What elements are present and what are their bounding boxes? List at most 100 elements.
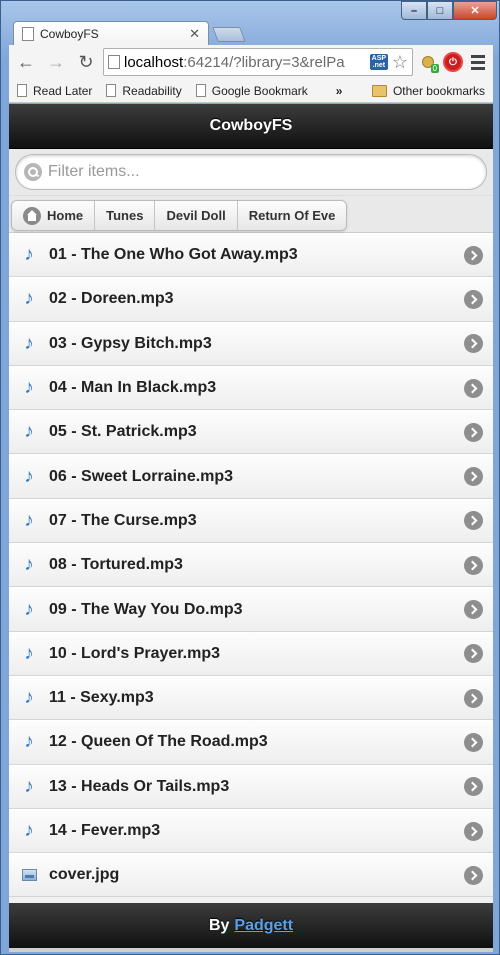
stop-extension-icon[interactable]: ⏻: [443, 52, 463, 72]
music-note-icon: ♪: [24, 775, 34, 797]
address-bar[interactable]: localhost:64214/?library=3&relPa ASP .net…: [103, 48, 413, 76]
chevron-right-icon[interactable]: [464, 289, 483, 309]
list-item-label: 01 - The One Who Got Away.mp3: [49, 246, 298, 264]
list-item[interactable]: ♪ 03 - Gypsy Bitch.mp3: [9, 321, 493, 366]
music-note-icon: ♪: [24, 421, 34, 443]
list-item-label: 04 - Man In Black.mp3: [49, 379, 217, 397]
chevron-right-icon[interactable]: [464, 511, 483, 531]
minimize-button[interactable]: –: [401, 1, 427, 20]
music-note-icon: ♪: [24, 465, 34, 487]
back-icon[interactable]: ←: [13, 49, 39, 75]
list-item[interactable]: ♪ 10 - Lord's Prayer.mp3: [9, 631, 493, 676]
folder-icon: [371, 84, 387, 97]
chevron-right-icon[interactable]: [464, 378, 483, 398]
chevron-right-icon[interactable]: [464, 467, 483, 487]
search-bar: [9, 149, 493, 196]
list-item-label: 14 - Fever.mp3: [49, 822, 161, 839]
list-item[interactable]: ♪ 05 - St. Patrick.mp3: [9, 410, 493, 455]
chevron-right-icon[interactable]: [464, 422, 483, 442]
close-window-button[interactable]: ✕: [453, 1, 497, 20]
music-note-icon: ♪: [24, 731, 34, 753]
breadcrumb-return-of-eve[interactable]: Return Of Eve: [238, 201, 347, 230]
breadcrumb-home[interactable]: Home: [12, 201, 96, 230]
bookmark-read-later[interactable]: Read Later: [17, 84, 92, 98]
list-item-label: 05 - St. Patrick.mp3: [49, 423, 197, 441]
chevron-right-icon[interactable]: [464, 334, 483, 354]
list-item-label: 08 - Tortured.mp3: [49, 556, 183, 574]
forward-icon[interactable]: →: [43, 49, 69, 75]
breadcrumb-tunes[interactable]: Tunes: [95, 201, 156, 230]
list-item-label: 12 - Queen Of The Road.mp3: [49, 733, 268, 751]
list-item[interactable]: ♪ 13 - Heads Or Tails.mp3: [9, 764, 493, 809]
list-item[interactable]: ♪ 02 - Doreen.mp3: [9, 277, 493, 322]
chevron-right-icon[interactable]: [464, 821, 483, 841]
close-tab-icon[interactable]: ✕: [189, 26, 200, 42]
music-note-icon: ♪: [24, 554, 34, 576]
chevron-right-icon[interactable]: [464, 865, 483, 885]
tab-title: CowboyFS: [40, 26, 99, 41]
list-item[interactable]: ♪ 11 - Sexy.mp3: [9, 675, 493, 721]
page-viewport: CowboyFS Home Tunes Devil Doll Return Of…: [9, 104, 493, 948]
chevron-right-icon[interactable]: [464, 644, 483, 664]
reload-icon[interactable]: ↻: [73, 49, 99, 75]
filter-input[interactable]: [48, 163, 486, 181]
list-item[interactable]: ♪ 07 - The Curse.mp3: [9, 498, 493, 544]
chevron-right-icon[interactable]: [464, 600, 483, 620]
browser-tab[interactable]: CowboyFS ✕: [13, 21, 209, 45]
search-icon: [24, 163, 42, 181]
list-item[interactable]: ♪ 09 - The Way You Do.mp3: [9, 587, 493, 632]
page-icon: [106, 84, 117, 97]
bookmarks-overflow-icon[interactable]: »: [336, 84, 343, 98]
page-icon: [17, 84, 27, 97]
list-item[interactable]: ♪ 06 - Sweet Lorraine.mp3: [9, 454, 493, 499]
aspnet-icon[interactable]: ASP .net: [369, 54, 388, 70]
music-note-icon: ♪: [24, 642, 34, 664]
music-note-icon: ♪: [24, 687, 34, 709]
list-item[interactable]: ♪ 14 - Fever.mp3: [9, 808, 493, 854]
url-text[interactable]: localhost:64214/?library=3&relPa: [124, 54, 366, 71]
list-item[interactable]: ♪ 04 - Man In Black.mp3: [9, 365, 493, 411]
browser-window: CowboyFS ✕ – □ ✕ ← → ↻ localhost:64214/?…: [0, 0, 500, 955]
bookmarks-bar: Read Later Readability Google Bookmark »…: [9, 79, 493, 103]
list-item-label: 07 - The Curse.mp3: [49, 511, 197, 529]
music-note-icon: ♪: [24, 244, 34, 266]
list-item[interactable]: ♪ 12 - Queen Of The Road.mp3: [9, 720, 493, 765]
chevron-right-icon[interactable]: [464, 688, 483, 708]
list-item-label: 09 - The Way You Do.mp3: [49, 600, 243, 618]
medal-extension-icon[interactable]: 0: [417, 51, 439, 73]
page-icon: [22, 26, 34, 41]
list-item[interactable]: ♪ 01 - The One Who Got Away.mp3: [9, 233, 493, 278]
list-item[interactable]: cover.jpg: [9, 853, 493, 898]
breadcrumb-devil-doll[interactable]: Devil Doll: [155, 201, 238, 230]
chevron-right-icon[interactable]: [464, 732, 483, 752]
chevron-right-icon[interactable]: [464, 777, 483, 797]
browser-toolbar: ← → ↻ localhost:64214/?library=3&relPa A…: [9, 45, 493, 79]
app-footer: By Padgett: [9, 903, 493, 948]
tab-strip: CowboyFS ✕ – □ ✕: [1, 1, 500, 45]
music-note-icon: ♪: [24, 288, 34, 310]
other-bookmarks[interactable]: Other bookmarks: [371, 84, 485, 98]
page-icon: [195, 84, 206, 97]
chevron-right-icon[interactable]: [464, 245, 483, 265]
list-item-label: 13 - Heads Or Tails.mp3: [49, 777, 230, 795]
page-icon: [108, 55, 120, 69]
chevron-right-icon[interactable]: [464, 555, 483, 575]
maximize-button[interactable]: □: [427, 1, 453, 20]
window-controls: – □ ✕: [401, 1, 497, 20]
bookmark-readability[interactable]: Readability: [106, 84, 182, 98]
list-item-label: 02 - Doreen.mp3: [49, 290, 174, 308]
menu-icon[interactable]: [467, 51, 489, 73]
list-item-label: 03 - Gypsy Bitch.mp3: [49, 334, 212, 352]
list-item-label: 11 - Sexy.mp3: [49, 689, 154, 707]
music-note-icon: ♪: [24, 820, 34, 841]
list-item-label: 06 - Sweet Lorraine.mp3: [49, 467, 234, 485]
bookmark-google-bookmark[interactable]: Google Bookmark: [195, 84, 308, 98]
bookmark-star-icon[interactable]: ☆: [392, 52, 408, 73]
new-tab-button[interactable]: [212, 27, 246, 42]
list-item[interactable]: ♪ 08 - Tortured.mp3: [9, 543, 493, 588]
image-file-icon: [21, 869, 37, 882]
music-note-icon: ♪: [24, 377, 34, 399]
author-link[interactable]: Padgett: [234, 917, 293, 935]
music-note-icon: ♪: [24, 598, 34, 620]
search-box[interactable]: [15, 154, 487, 190]
